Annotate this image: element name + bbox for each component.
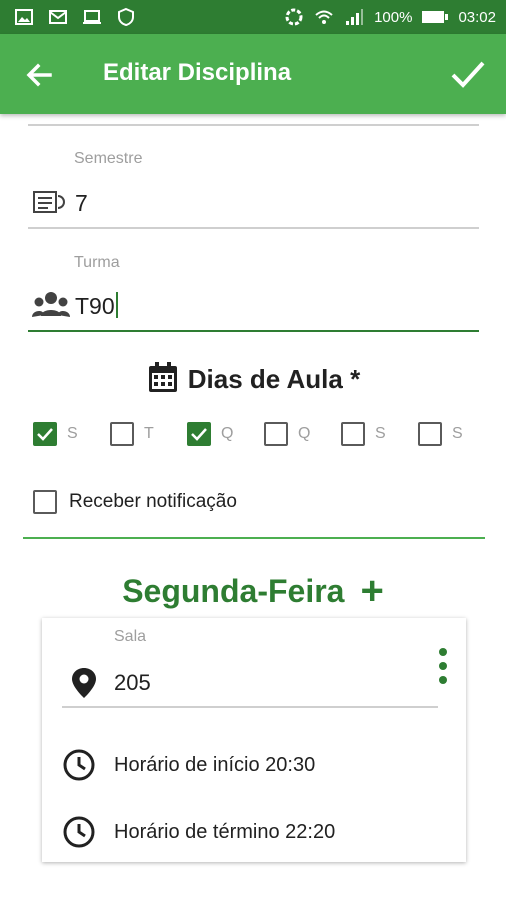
sala-label: Sala <box>114 628 147 645</box>
mail-icon <box>49 10 67 24</box>
day-label: S <box>375 425 386 442</box>
turma-value: T90 <box>75 293 115 319</box>
semestre-label: Semestre <box>74 150 143 167</box>
signal-icon <box>346 9 364 25</box>
checkbox[interactable] <box>110 422 134 446</box>
check-mark-icon <box>37 428 53 441</box>
back-arrow-icon[interactable] <box>22 58 56 92</box>
clock-icon <box>63 749 95 781</box>
calendar-icon <box>148 362 177 392</box>
check-icon[interactable] <box>448 54 488 94</box>
shield-icon <box>118 7 134 27</box>
day-label: Q <box>221 425 234 442</box>
check-mark-icon <box>191 428 207 441</box>
notification-checkbox[interactable]: Receber notificação <box>33 490 237 514</box>
dias-de-aula-heading: Dias de Aula * <box>0 361 506 395</box>
turma-input[interactable]: T90 <box>75 292 118 320</box>
wifi-icon <box>315 10 333 24</box>
day-checkbox-1[interactable]: S <box>33 422 78 446</box>
start-time[interactable]: Horário de início 20:30 <box>114 754 315 777</box>
divider <box>28 124 479 126</box>
turma-underline <box>28 330 479 332</box>
day-checkbox-2[interactable]: T <box>110 422 154 446</box>
page-title: Editar Disciplina <box>103 59 292 86</box>
checkbox[interactable] <box>33 490 57 514</box>
sala-underline <box>62 706 438 708</box>
day-label: S <box>452 425 463 442</box>
battery-percent: 100% <box>374 8 413 26</box>
app-bar: Editar Disciplina <box>0 34 506 114</box>
checkbox[interactable] <box>187 422 211 446</box>
section-divider <box>23 537 485 539</box>
laptop-icon <box>83 10 101 24</box>
day-checkbox-5[interactable]: S <box>341 422 386 446</box>
day-title: Segunda-Feira <box>122 573 345 609</box>
battery-icon <box>422 11 449 23</box>
day-label: T <box>144 425 154 442</box>
day-header: Segunda-Feira + <box>0 571 506 611</box>
checkbox[interactable] <box>341 422 365 446</box>
day-label: S <box>67 425 78 442</box>
clock-icon <box>63 816 95 848</box>
semestre-input[interactable]: 7 <box>75 190 88 217</box>
end-time[interactable]: Horário de término 22:20 <box>114 821 335 844</box>
semestre-underline <box>28 227 479 229</box>
location-pin-icon <box>72 668 96 698</box>
turma-label: Turma <box>74 254 120 271</box>
day-label: Q <box>298 425 311 442</box>
checkbox[interactable] <box>33 422 57 446</box>
day-checkbox-4[interactable]: Q <box>264 422 310 446</box>
notification-label: Receber notificação <box>69 491 237 512</box>
text-cursor <box>115 292 118 318</box>
add-schedule-button[interactable]: + <box>360 571 383 611</box>
sync-icon <box>285 8 303 26</box>
schedule-card: Sala 205 Horário de início 20:30 Horário… <box>42 618 466 862</box>
group-icon <box>32 292 70 317</box>
clock: 03:02 <box>458 8 496 26</box>
day-checkbox-3[interactable]: Q <box>187 422 233 446</box>
more-vert-icon[interactable] <box>436 646 450 686</box>
dias-de-aula-title: Dias de Aula * <box>187 364 361 394</box>
status-bar: 100% 03:02 <box>0 0 506 34</box>
gallery-icon <box>15 9 33 25</box>
sala-input[interactable]: 205 <box>114 670 151 696</box>
semester-icon <box>33 191 65 213</box>
day-checkbox-6[interactable]: S <box>418 422 463 446</box>
checkbox[interactable] <box>418 422 442 446</box>
checkbox[interactable] <box>264 422 288 446</box>
